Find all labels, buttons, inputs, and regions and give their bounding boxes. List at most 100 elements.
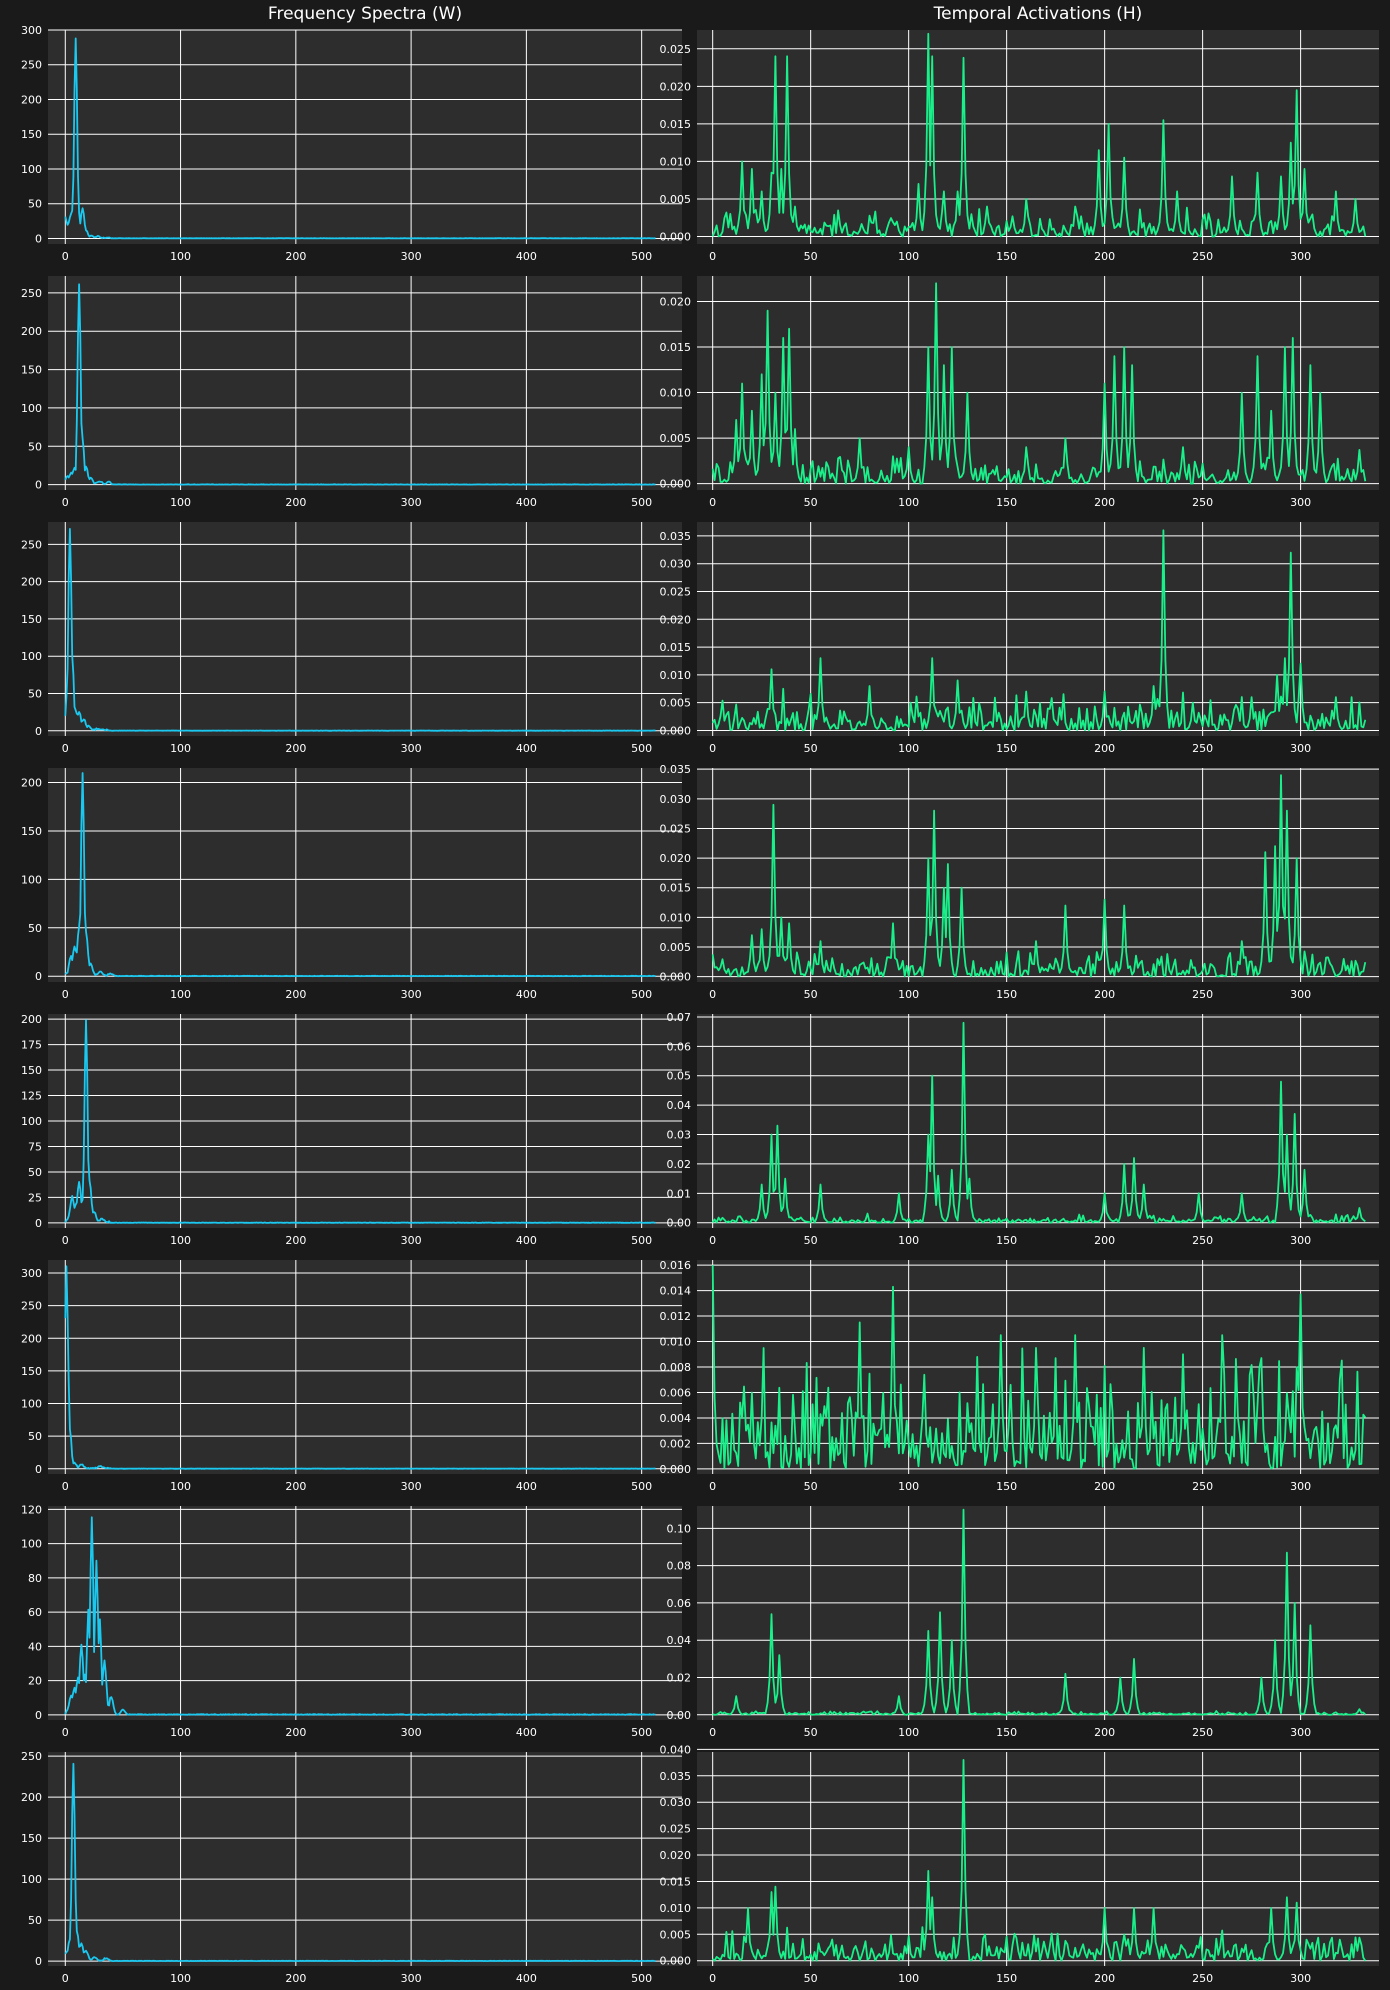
x-tick-label: 200 <box>1094 742 1115 755</box>
x-tick-label: 100 <box>898 250 919 263</box>
x-tick-label: 300 <box>401 1972 422 1985</box>
y-tick-label: 0.002 <box>660 1437 692 1450</box>
subplot-W-7: 0 100 200 300 400 500 0 20 40 60 80 100 120 <box>21 1503 682 1739</box>
y-tick-label: 250 <box>21 1750 42 1763</box>
x-tick-label: 200 <box>285 1972 306 1985</box>
y-tick-label: 0.025 <box>660 1823 692 1836</box>
y-tick-label: 0.020 <box>660 1849 692 1862</box>
y-tick-label: 0.04 <box>667 1099 692 1112</box>
x-tick-label: 400 <box>516 988 537 1001</box>
y-tick-label: 0.010 <box>660 155 692 168</box>
x-tick-label: 0 <box>709 250 716 263</box>
x-tick-label: 300 <box>1290 1726 1311 1739</box>
subplot-H-6: 0 50 100 150 200 250 300 0.000 0.002 0.004 0.006 0.… <box>660 1259 1379 1493</box>
y-tick-label: 200 <box>21 1013 42 1026</box>
x-tick-label: 250 <box>1192 1480 1213 1493</box>
x-tick-label: 200 <box>285 496 306 509</box>
plot-area <box>48 1260 682 1474</box>
y-tick-label: 0.020 <box>660 613 692 626</box>
y-tick-label: 0.07 <box>667 1011 692 1024</box>
y-tick-label: 0.06 <box>667 1040 692 1053</box>
x-tick-label: 0 <box>62 1234 69 1247</box>
subplot-W-3: 0 100 200 300 400 500 0 50 100 150 200 250 <box>21 522 682 755</box>
x-tick-label: 500 <box>631 988 652 1001</box>
x-tick-label: 500 <box>631 1972 652 1985</box>
x-tick-label: 50 <box>804 742 818 755</box>
y-tick-label: 80 <box>28 1572 42 1585</box>
x-tick-label: 300 <box>401 1480 422 1493</box>
plot-area <box>697 768 1379 982</box>
y-tick-label: 250 <box>21 287 42 300</box>
subplot-H-7: 0 50 100 150 200 250 300 0.00 0.02 0.04 0.06 0.08 0.… <box>667 1506 1379 1739</box>
y-tick-label: 0.014 <box>660 1285 692 1298</box>
y-tick-label: 0.020 <box>660 852 692 865</box>
y-tick-label: 0.010 <box>660 1902 692 1915</box>
y-tick-label: 150 <box>21 128 42 141</box>
x-tick-label: 150 <box>996 742 1017 755</box>
y-tick-label: 40 <box>28 1640 42 1653</box>
y-tick-label: 0.030 <box>660 558 692 571</box>
x-tick-label: 250 <box>1192 1972 1213 1985</box>
x-tick-label: 300 <box>401 496 422 509</box>
y-tick-label: 120 <box>21 1503 42 1516</box>
x-tick-label: 150 <box>996 1480 1017 1493</box>
x-tick-label: 150 <box>996 250 1017 263</box>
y-tick-label: 0 <box>35 1463 42 1476</box>
y-tick-label: 0.025 <box>660 822 692 835</box>
y-tick-label: 0.000 <box>660 1463 692 1476</box>
x-tick-label: 400 <box>516 1726 537 1739</box>
subplot-W-1: 0 100 200 300 400 500 0 50 100 150 200 250 300 <box>21 24 682 263</box>
plot-area <box>48 276 682 490</box>
subplot-W-6: 0 100 200 300 400 500 0 50 100 150 200 250 300 <box>21 1260 682 1493</box>
x-tick-label: 0 <box>709 988 716 1001</box>
y-tick-label: 0.000 <box>660 230 692 243</box>
x-tick-label: 0 <box>709 496 716 509</box>
x-tick-label: 50 <box>804 1234 818 1247</box>
x-tick-label: 300 <box>1290 1234 1311 1247</box>
subplot-H-3: 0 50 100 150 200 250 300 0.000 0.005 0.010 0.015 0.… <box>660 522 1379 755</box>
y-tick-label: 150 <box>21 1832 42 1845</box>
x-tick-label: 0 <box>62 1972 69 1985</box>
y-tick-label: 50 <box>28 687 42 700</box>
x-tick-label: 150 <box>996 1972 1017 1985</box>
x-tick-label: 300 <box>1290 1972 1311 1985</box>
y-tick-label: 100 <box>21 402 42 415</box>
x-tick-label: 200 <box>285 1234 306 1247</box>
x-tick-label: 300 <box>1290 988 1311 1001</box>
y-tick-label: 200 <box>21 576 42 589</box>
y-tick-label: 100 <box>21 1115 42 1128</box>
x-tick-label: 200 <box>1094 1234 1115 1247</box>
x-tick-label: 100 <box>898 1234 919 1247</box>
x-tick-label: 100 <box>898 1726 919 1739</box>
y-tick-label: 0.05 <box>667 1070 692 1083</box>
y-tick-label: 0 <box>35 1217 42 1230</box>
x-tick-label: 400 <box>516 1972 537 1985</box>
plot-area <box>697 30 1379 244</box>
y-tick-label: 250 <box>21 1300 42 1313</box>
y-tick-label: 0.005 <box>660 432 692 445</box>
y-tick-label: 0.04 <box>667 1634 692 1647</box>
x-tick-label: 50 <box>804 1726 818 1739</box>
x-tick-label: 500 <box>631 496 652 509</box>
x-tick-label: 250 <box>1192 742 1213 755</box>
y-tick-label: 50 <box>28 922 42 935</box>
x-tick-label: 50 <box>804 250 818 263</box>
x-tick-label: 100 <box>170 1234 191 1247</box>
y-tick-label: 0.10 <box>667 1522 692 1535</box>
plot-area <box>48 1506 682 1720</box>
y-tick-label: 0.035 <box>660 1770 692 1783</box>
y-tick-label: 0.000 <box>660 478 692 491</box>
y-tick-label: 0.00 <box>667 1217 692 1230</box>
y-tick-label: 200 <box>21 1791 42 1804</box>
x-tick-label: 50 <box>804 496 818 509</box>
x-tick-label: 150 <box>996 496 1017 509</box>
y-tick-label: 0.01 <box>667 1187 692 1200</box>
x-tick-label: 500 <box>631 742 652 755</box>
y-tick-label: 0.015 <box>660 1875 692 1888</box>
y-tick-label: 0 <box>35 725 42 738</box>
y-tick-label: 20 <box>28 1675 42 1688</box>
x-tick-label: 200 <box>1094 1972 1115 1985</box>
y-tick-label: 150 <box>21 364 42 377</box>
x-tick-label: 50 <box>804 1480 818 1493</box>
subplot-W-4: 0 100 200 300 400 500 0 50 100 150 200 <box>21 768 682 1001</box>
